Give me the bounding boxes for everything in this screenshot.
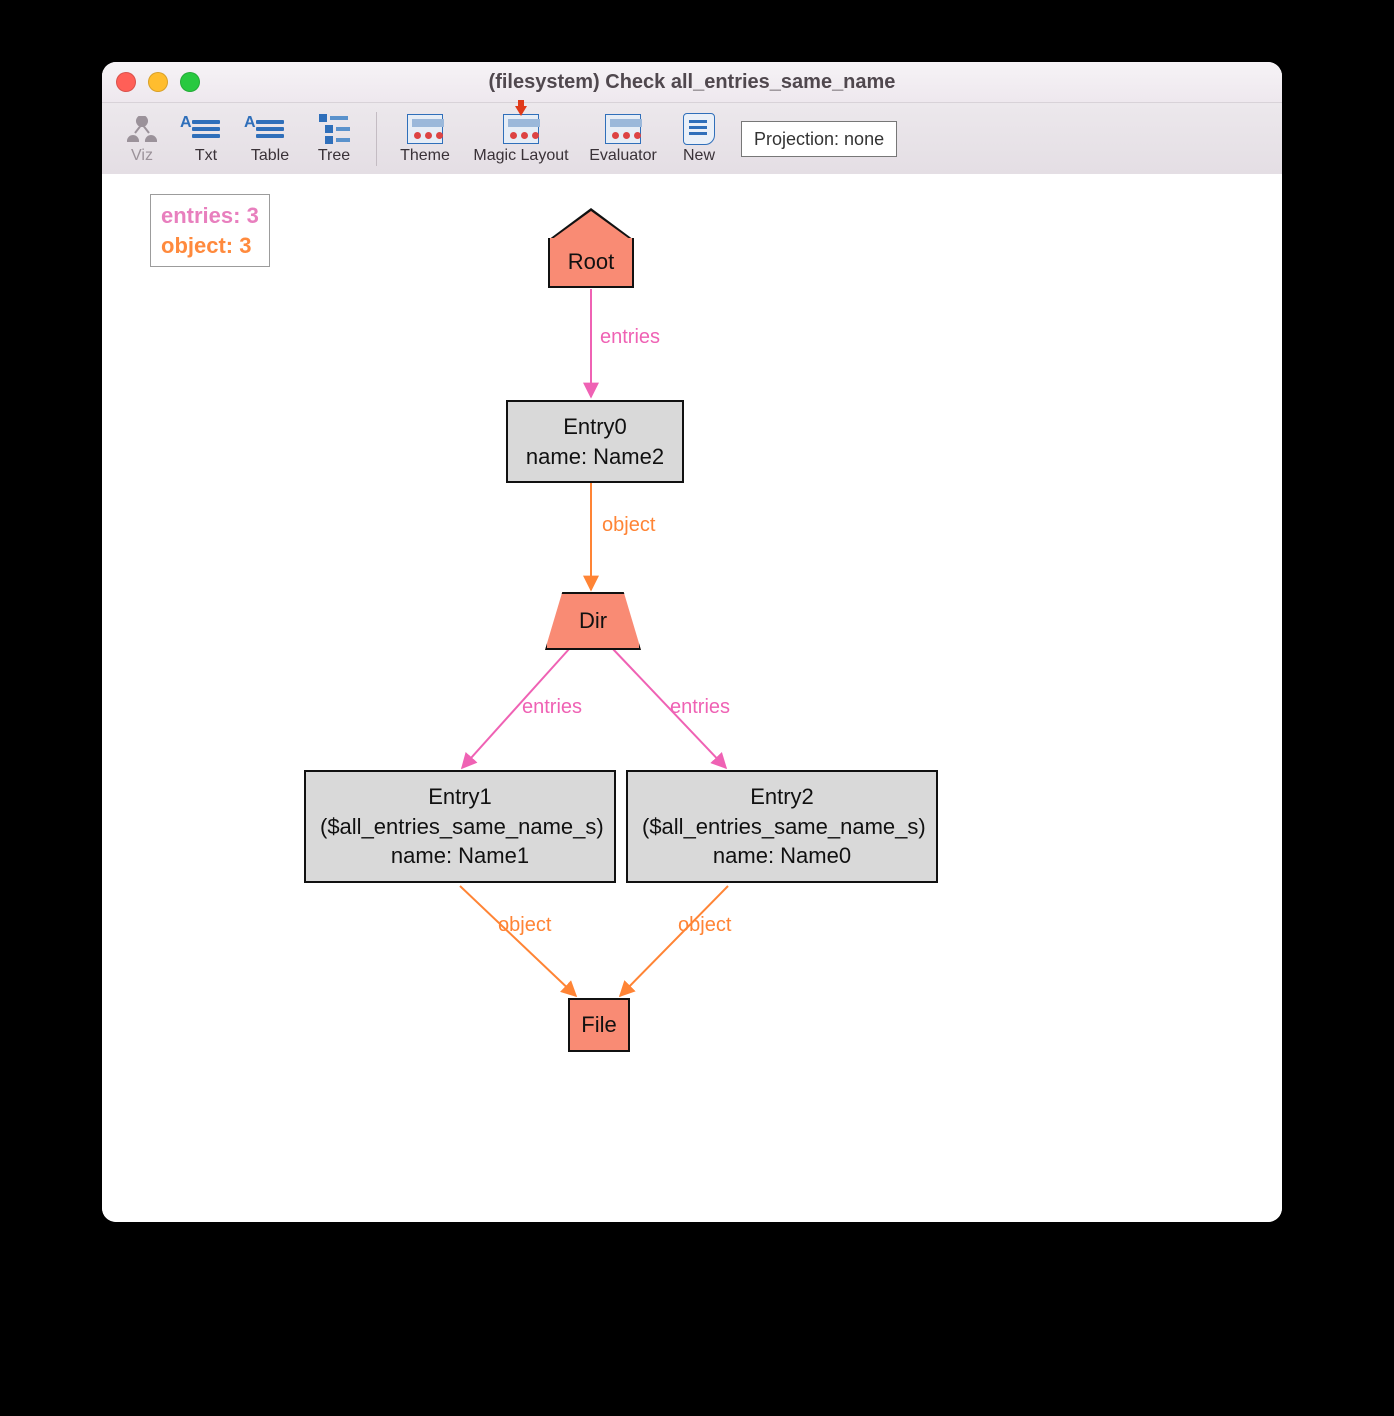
node-entry1[interactable]: Entry1 ($all_entries_same_name_s) name: … (304, 770, 616, 883)
titlebar: (filesystem) Check all_entries_same_name (102, 62, 1282, 103)
table-label: Table (251, 147, 289, 165)
node-entry1-name: name: Name1 (320, 841, 600, 871)
projection-dropdown[interactable]: Projection: none (741, 121, 897, 157)
evaluator-button[interactable]: Evaluator (579, 108, 667, 170)
legend-entries: entries: 3 (161, 201, 259, 231)
minimize-icon[interactable] (148, 72, 168, 92)
magic-layout-label: Magic Layout (473, 147, 568, 165)
new-button[interactable]: New (667, 108, 731, 170)
edge-label-entries: entries (670, 696, 730, 719)
viz-icon (124, 114, 160, 144)
txt-button[interactable]: Txt (174, 108, 238, 170)
node-entry2[interactable]: Entry2 ($all_entries_same_name_s) name: … (626, 770, 938, 883)
viz-label: Viz (131, 147, 153, 165)
txt-icon (188, 114, 224, 144)
table-icon (252, 114, 288, 144)
node-file[interactable]: File (568, 998, 630, 1052)
magic-layout-icon (503, 114, 539, 144)
evaluator-label: Evaluator (589, 147, 657, 165)
node-entry2-anno: ($all_entries_same_name_s) (642, 812, 922, 842)
node-root[interactable]: Root (548, 208, 634, 288)
tree-button[interactable]: Tree (302, 108, 366, 170)
edge-label-object: object (498, 914, 551, 937)
theme-button[interactable]: Theme (387, 108, 463, 170)
edge-label-object: object (678, 914, 731, 937)
edge-label-entries: entries (522, 696, 582, 719)
theme-icon (407, 114, 443, 144)
zoom-icon[interactable] (180, 72, 200, 92)
viz-button[interactable]: Viz (110, 108, 174, 170)
node-entry1-anno: ($all_entries_same_name_s) (320, 812, 600, 842)
node-entry2-name: name: Name0 (642, 841, 922, 871)
window-controls (116, 72, 200, 92)
edge-label-entries: entries (600, 326, 660, 349)
toolbar-separator (376, 112, 377, 166)
node-dir-label: Dir (545, 592, 641, 650)
diagram-canvas[interactable]: entries: 3 object: 3 (102, 174, 1282, 1222)
node-dir[interactable]: Dir (545, 592, 641, 650)
node-entry0-name: name: Name2 (522, 442, 668, 472)
new-label: New (683, 147, 715, 165)
close-icon[interactable] (116, 72, 136, 92)
node-entry2-title: Entry2 (642, 782, 922, 812)
app-window: (filesystem) Check all_entries_same_name… (102, 62, 1282, 1222)
legend-object: object: 3 (161, 231, 259, 261)
evaluator-icon (605, 114, 641, 144)
edge-label-object: object (602, 514, 655, 537)
window-title: (filesystem) Check all_entries_same_name (102, 71, 1282, 94)
node-entry0-title: Entry0 (522, 412, 668, 442)
toolbar: Viz Txt Table (102, 103, 1282, 176)
projection-label: Projection: none (754, 129, 884, 150)
table-button[interactable]: Table (238, 108, 302, 170)
tree-label: Tree (318, 147, 350, 165)
magic-layout-button[interactable]: Magic Layout (463, 108, 579, 170)
tree-icon (316, 114, 352, 144)
node-root-label: Root (548, 238, 634, 288)
new-icon (681, 114, 717, 144)
txt-label: Txt (195, 147, 217, 165)
legend-box: entries: 3 object: 3 (150, 194, 270, 267)
node-entry0[interactable]: Entry0 name: Name2 (506, 400, 684, 483)
theme-label: Theme (400, 147, 450, 165)
node-entry1-title: Entry1 (320, 782, 600, 812)
node-file-label: File (568, 998, 630, 1052)
